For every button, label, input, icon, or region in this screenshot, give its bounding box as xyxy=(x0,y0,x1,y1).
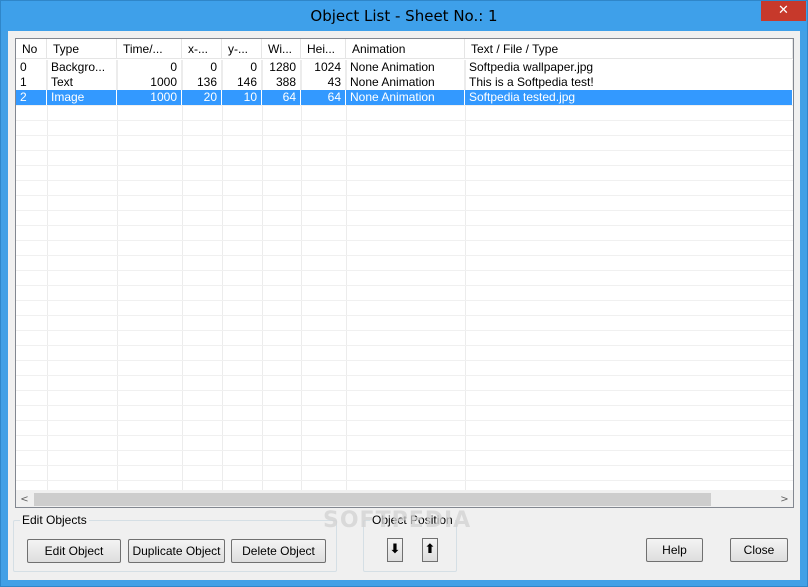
column-header-height[interactable]: Hei... xyxy=(301,39,346,59)
cell-animation: None Animation xyxy=(346,90,465,105)
cell-type: Text xyxy=(47,75,117,90)
cell-x: 20 xyxy=(182,90,222,105)
move-up-arrow-icon[interactable]: ⬆ xyxy=(422,538,438,562)
table-row-selected[interactable]: 2 Image 1000 20 10 64 64 None Animation … xyxy=(16,90,793,105)
cell-no: 1 xyxy=(16,75,47,90)
edit-objects-label: Edit Objects xyxy=(20,513,89,527)
scroll-left-arrow-icon[interactable]: < xyxy=(16,491,33,507)
title-bar[interactable]: Object List - Sheet No.: 1 ✕ xyxy=(1,1,807,31)
cell-x: 0 xyxy=(182,60,222,75)
cell-type: Image xyxy=(47,90,117,105)
cell-text-file: Softpedia wallpaper.jpg xyxy=(465,60,793,75)
softpedia-watermark: SOFTPEDIA xyxy=(323,508,472,533)
object-list-view[interactable]: No Type Time/... x-... y-... Wi... Hei..… xyxy=(15,38,794,508)
cell-width: 64 xyxy=(262,90,301,105)
edit-object-button[interactable]: Edit Object xyxy=(27,539,121,563)
cell-x: 136 xyxy=(182,75,222,90)
column-header-type[interactable]: Type xyxy=(47,39,117,59)
table-row[interactable]: 1 Text 1000 136 146 388 43 None Animatio… xyxy=(16,75,793,90)
cell-height: 64 xyxy=(301,90,346,105)
cell-animation: None Animation xyxy=(346,75,465,90)
cell-animation: None Animation xyxy=(346,60,465,75)
column-header-animation[interactable]: Animation xyxy=(346,39,465,59)
column-header-time[interactable]: Time/... xyxy=(117,39,182,59)
object-list-window: Object List - Sheet No.: 1 ✕ No Type Tim… xyxy=(0,0,808,587)
list-header: No Type Time/... x-... y-... Wi... Hei..… xyxy=(16,39,793,59)
edit-objects-group: Edit Objects Edit Object Duplicate Objec… xyxy=(13,513,337,572)
cell-height: 1024 xyxy=(301,60,346,75)
cell-no: 0 xyxy=(16,60,47,75)
table-row[interactable]: 0 Backgro... 0 0 0 1280 1024 None Animat… xyxy=(16,60,793,75)
delete-object-button[interactable]: Delete Object xyxy=(231,539,326,563)
list-gridlines xyxy=(16,60,793,490)
help-button[interactable]: Help xyxy=(646,538,703,562)
window-close-button[interactable]: ✕ xyxy=(761,1,806,21)
column-header-y[interactable]: y-... xyxy=(222,39,262,59)
column-header-no[interactable]: No xyxy=(16,39,47,59)
horizontal-scrollbar[interactable]: < > xyxy=(16,490,793,507)
cell-text-file: This is a Softpedia test! xyxy=(465,75,793,90)
cell-width: 388 xyxy=(262,75,301,90)
cell-time: 0 xyxy=(117,60,182,75)
list-body: 0 Backgro... 0 0 0 1280 1024 None Animat… xyxy=(16,60,793,105)
cell-type: Backgro... xyxy=(47,60,117,75)
dialog-client-area: No Type Time/... x-... y-... Wi... Hei..… xyxy=(8,31,800,580)
cell-time: 1000 xyxy=(117,90,182,105)
cell-text-file: Softpedia tested.jpg xyxy=(465,90,793,105)
cell-y: 10 xyxy=(222,90,262,105)
cell-time: 1000 xyxy=(117,75,182,90)
column-header-text-file-type[interactable]: Text / File / Type xyxy=(465,39,793,59)
duplicate-object-button[interactable]: Duplicate Object xyxy=(128,539,225,563)
cell-height: 43 xyxy=(301,75,346,90)
cell-y: 0 xyxy=(222,60,262,75)
close-button[interactable]: Close xyxy=(730,538,788,562)
scroll-right-arrow-icon[interactable]: > xyxy=(776,491,793,507)
cell-no: 2 xyxy=(16,90,47,105)
window-title: Object List - Sheet No.: 1 xyxy=(310,7,498,25)
column-header-width[interactable]: Wi... xyxy=(262,39,301,59)
column-header-x[interactable]: x-... xyxy=(182,39,222,59)
move-down-arrow-icon[interactable]: ⬇ xyxy=(387,538,403,562)
cell-y: 146 xyxy=(222,75,262,90)
scrollbar-thumb[interactable] xyxy=(34,493,711,506)
cell-width: 1280 xyxy=(262,60,301,75)
